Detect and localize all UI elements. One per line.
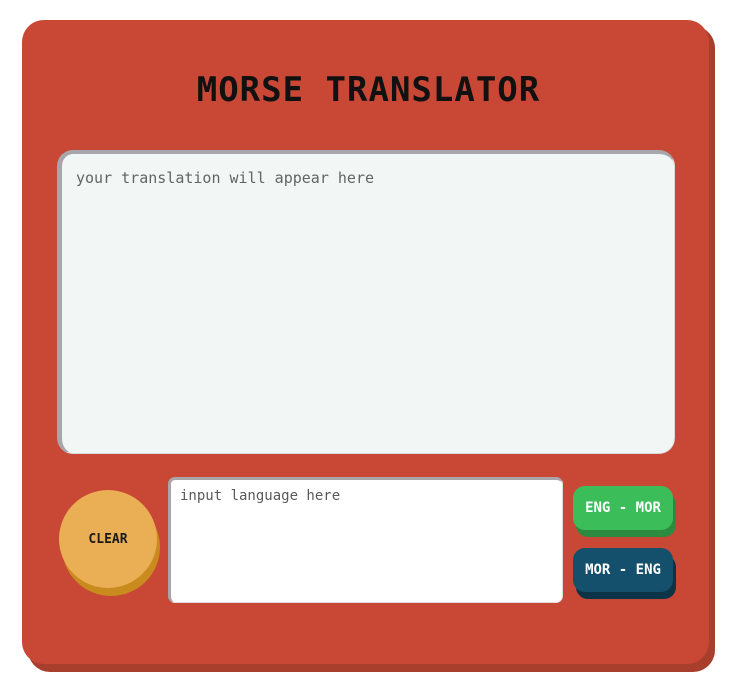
input-field[interactable] (168, 477, 563, 603)
eng-to-mor-button[interactable]: ENG - MOR (573, 486, 673, 530)
mor-to-eng-button[interactable]: MOR - ENG (573, 548, 673, 592)
translation-output: your translation will appear here (57, 150, 675, 454)
translation-output-placeholder: your translation will appear here (76, 169, 375, 187)
clear-button[interactable]: CLEAR (59, 490, 157, 588)
page-title: MORSE TRANSLATOR (196, 70, 541, 110)
